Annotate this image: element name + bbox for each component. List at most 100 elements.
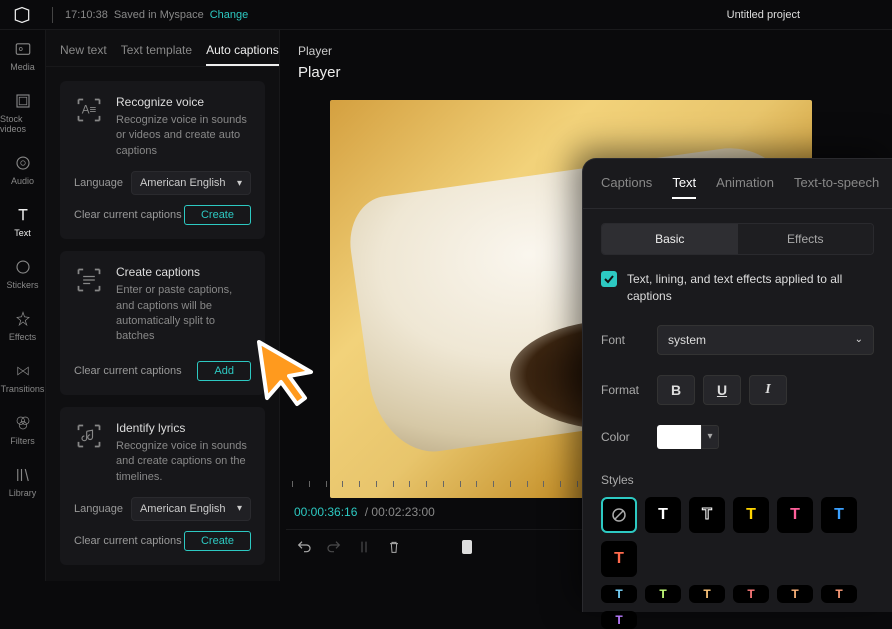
total-time: / 00:02:23:00: [365, 505, 435, 519]
language-label: Language: [74, 177, 123, 189]
sidenav-media[interactable]: Media: [0, 30, 45, 82]
project-title: Untitled project: [727, 9, 800, 21]
style-tile[interactable]: T: [645, 497, 681, 533]
sidenav-text[interactable]: Text: [0, 196, 45, 248]
redo-icon[interactable]: [326, 539, 342, 555]
create-button[interactable]: Create: [184, 531, 251, 551]
apply-all-checkbox[interactable]: [601, 271, 617, 287]
sidenav-transitions[interactable]: Transitions: [0, 352, 45, 404]
text-icon: [14, 206, 32, 224]
subtab-basic[interactable]: Basic: [602, 224, 738, 254]
tab-text-template[interactable]: Text template: [121, 43, 192, 57]
styles-label: Styles: [601, 473, 874, 487]
sidenav-label: Media: [10, 62, 35, 72]
recognize-voice-card: A≡ Recognize voice Recognize voice in so…: [60, 81, 265, 239]
language-select[interactable]: American English ▾: [131, 171, 251, 195]
underline-button[interactable]: U: [703, 375, 741, 405]
player-tab[interactable]: Player: [280, 30, 892, 64]
tab-text[interactable]: Text: [672, 175, 696, 198]
style-tile[interactable]: T: [777, 497, 813, 533]
apply-all-label: Text, lining, and text effects applied t…: [627, 271, 874, 305]
language-label: Language: [74, 503, 123, 515]
language-select[interactable]: American English ▾: [131, 497, 251, 521]
tab-captions[interactable]: Captions: [601, 175, 652, 198]
playhead-handle[interactable]: [462, 540, 472, 554]
sidenav-label: Audio: [11, 176, 34, 186]
bold-button[interactable]: B: [657, 375, 695, 405]
style-none[interactable]: [601, 497, 637, 533]
style-tile[interactable]: T: [689, 585, 725, 603]
style-tile[interactable]: T: [821, 497, 857, 533]
chevron-down-icon: ⌄: [855, 334, 863, 345]
sidenav-audio[interactable]: Audio: [0, 144, 45, 196]
sidenav-label: Text: [14, 228, 31, 238]
sidenav-label: Transitions: [1, 384, 45, 394]
none-icon: [610, 506, 628, 524]
current-time: 00:00:36:16: [294, 505, 357, 519]
font-label: Font: [601, 333, 657, 347]
clear-captions-link[interactable]: Clear current captions: [74, 209, 182, 221]
change-link[interactable]: Change: [210, 9, 249, 21]
sidenav-label: Filters: [10, 436, 35, 446]
tab-new-text[interactable]: New text: [60, 43, 107, 57]
style-tile[interactable]: T: [601, 611, 637, 629]
style-tile[interactable]: T: [733, 497, 769, 533]
create-captions-icon: [74, 265, 104, 295]
add-button[interactable]: Add: [197, 361, 251, 381]
style-tile[interactable]: T: [821, 585, 857, 603]
create-captions-card: Create captions Enter or paste captions,…: [60, 251, 265, 395]
style-tile[interactable]: T: [777, 585, 813, 603]
delete-icon[interactable]: [386, 539, 402, 555]
italic-button[interactable]: I: [749, 375, 787, 405]
style-tile[interactable]: T: [645, 585, 681, 603]
filters-icon: [14, 414, 32, 432]
app-logo-icon: [12, 5, 32, 25]
card-desc: Recognize voice in sounds or videos and …: [116, 113, 251, 159]
right-area: Player Player 00:00:36:16 / 00:02:23:00 …: [280, 30, 892, 581]
save-time: 17:10:38: [65, 9, 108, 21]
inspector-panel: Captions Text Animation Text-to-speech B…: [582, 158, 892, 612]
font-value: system: [668, 333, 706, 347]
audio-icon: [14, 154, 32, 172]
clear-captions-link[interactable]: Clear current captions: [74, 365, 182, 377]
style-tile[interactable]: T: [689, 497, 725, 533]
stickers-icon: [14, 258, 32, 276]
stock-icon: [14, 92, 32, 110]
style-tile[interactable]: T: [601, 585, 637, 603]
undo-icon[interactable]: [296, 539, 312, 555]
sidenav-label: Stock videos: [0, 114, 45, 134]
chevron-down-icon: ▾: [237, 503, 242, 514]
tab-animation[interactable]: Animation: [716, 175, 774, 198]
media-icon: [14, 40, 32, 58]
tab-auto-captions[interactable]: Auto captions: [206, 43, 279, 57]
tab-tts[interactable]: Text-to-speech: [794, 175, 879, 198]
style-tile[interactable]: T: [601, 541, 637, 577]
side-nav: Media Stock videos Audio Text Stickers E…: [0, 30, 46, 581]
sidenav-stock[interactable]: Stock videos: [0, 82, 45, 144]
clear-captions-link[interactable]: Clear current captions: [74, 535, 182, 547]
transitions-icon: [14, 362, 32, 380]
divider: [52, 7, 53, 23]
color-swatch[interactable]: [657, 425, 701, 449]
card-desc: Enter or paste captions, and captions wi…: [116, 283, 251, 345]
sidenav-filters[interactable]: Filters: [0, 404, 45, 456]
check-icon: [604, 274, 614, 284]
save-status: Saved in Myspace: [114, 9, 204, 21]
sidenav-stickers[interactable]: Stickers: [0, 248, 45, 300]
color-dropdown[interactable]: ▾: [701, 425, 719, 449]
font-select[interactable]: system ⌄: [657, 325, 874, 355]
create-button[interactable]: Create: [184, 205, 251, 225]
identify-lyrics-card: Identify lyrics Recognize voice in sound…: [60, 407, 265, 565]
card-desc: Recognize voice in sounds and create cap…: [116, 439, 251, 485]
player-title: Player: [280, 64, 892, 89]
sidenav-effects[interactable]: Effects: [0, 300, 45, 352]
style-tile[interactable]: T: [733, 585, 769, 603]
sidenav-label: Effects: [9, 332, 36, 342]
split-icon[interactable]: [356, 539, 372, 555]
language-value: American English: [140, 503, 226, 515]
sidenav-library[interactable]: Library: [0, 456, 45, 508]
card-title: Recognize voice: [116, 95, 251, 109]
sidenav-label: Library: [9, 488, 37, 498]
language-value: American English: [140, 177, 226, 189]
subtab-effects[interactable]: Effects: [738, 224, 874, 254]
